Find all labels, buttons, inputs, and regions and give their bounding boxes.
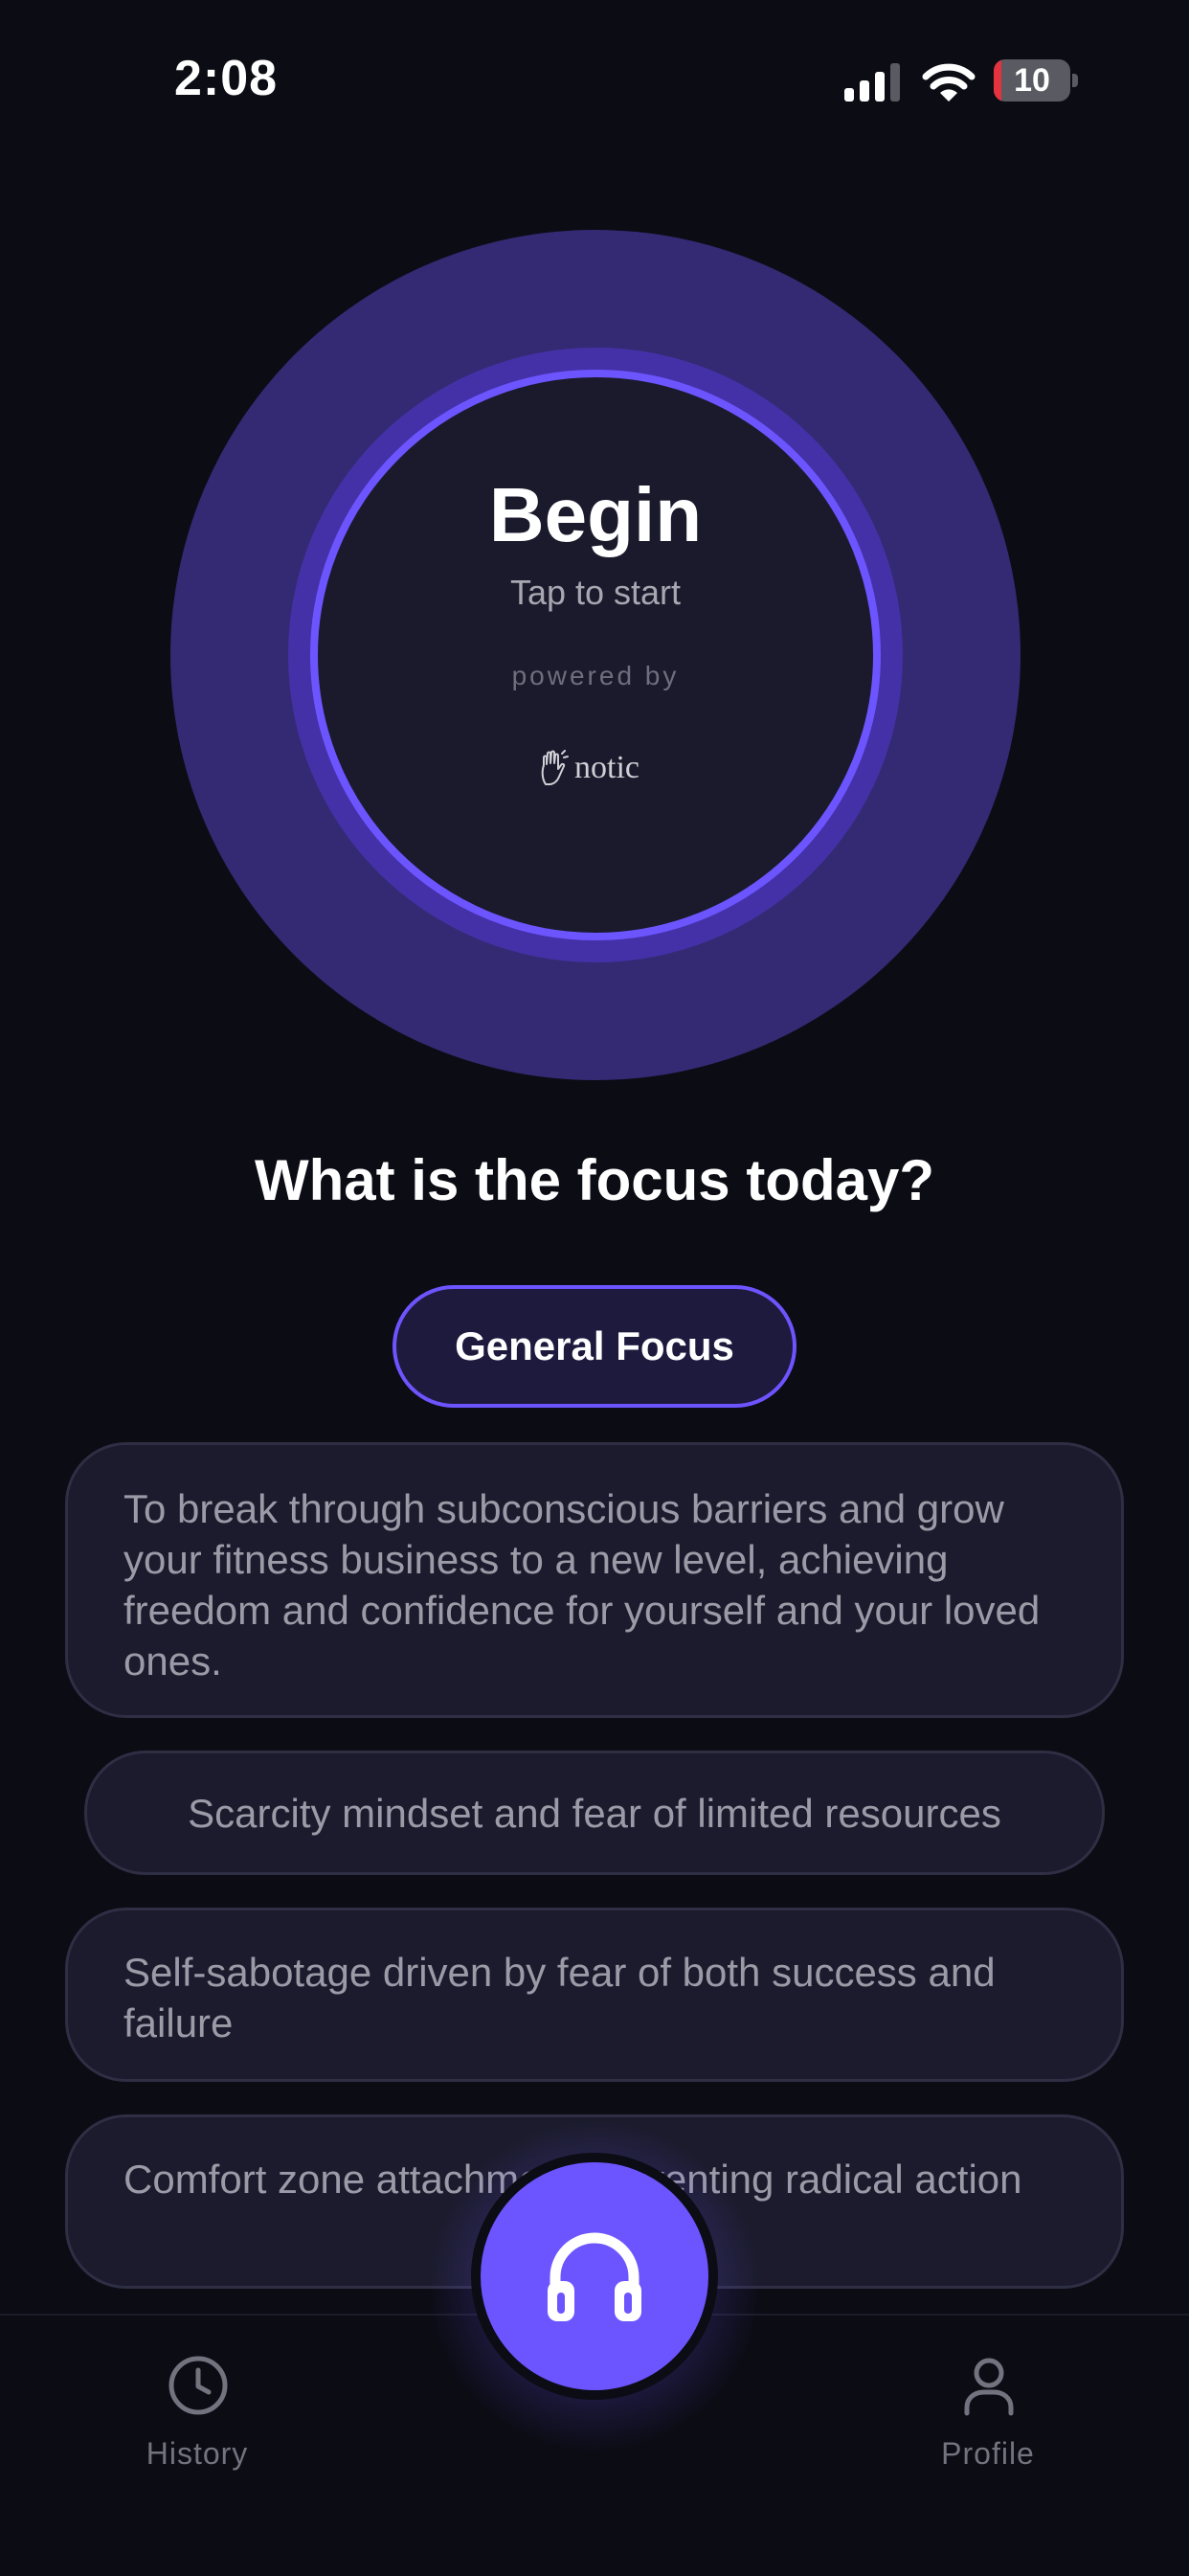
tab-history-label: History	[146, 2436, 249, 2471]
begin-title: Begin	[488, 472, 703, 557]
focus-option-2[interactable]: Scarcity mindset and fear of limited res…	[84, 1751, 1105, 1875]
headphones-button[interactable]	[471, 2153, 718, 2400]
powered-by-label: powered by	[511, 661, 680, 690]
home-indicator	[406, 2538, 783, 2549]
status-bar: 2:08 10	[0, 0, 1189, 163]
begin-orb[interactable]: Begin Tap to start powered by notic	[170, 230, 1021, 1080]
clock-icon	[168, 2356, 228, 2415]
orb-inner-circle[interactable]	[310, 370, 881, 940]
battery-icon: 10	[994, 59, 1080, 103]
brand-name: notic	[574, 750, 639, 785]
tap-to-start-label: Tap to start	[509, 573, 682, 612]
battery-level: 10	[1014, 62, 1050, 99]
user-icon	[964, 2358, 1014, 2416]
cellular-signal-icon	[844, 63, 900, 102]
focus-option-3[interactable]: Self-sabotage driven by fear of both suc…	[65, 1908, 1124, 2082]
focus-question: What is the focus today?	[254, 1148, 935, 1212]
hand-logo-icon	[541, 750, 569, 785]
general-focus-chip[interactable]: General Focus	[393, 1285, 796, 1408]
status-time: 2:08	[174, 51, 279, 106]
notic-logo: notic	[538, 747, 639, 789]
tab-history[interactable]: History	[101, 2354, 293, 2488]
tab-profile[interactable]: Profile	[892, 2354, 1084, 2488]
wifi-icon	[922, 63, 976, 102]
focus-option-1[interactable]: To break through subconscious barriers a…	[65, 1442, 1124, 1718]
tab-profile-label: Profile	[941, 2436, 1035, 2471]
headphones-icon	[548, 2232, 641, 2321]
